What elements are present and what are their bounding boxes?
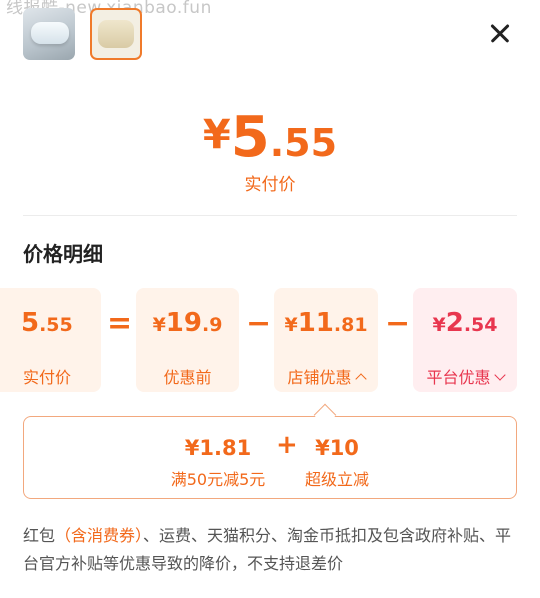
instant-discount: ¥10 超级立减 — [304, 436, 369, 489]
paid-price-card: 5.55 实付价 — [0, 288, 101, 392]
chevron-down-icon — [493, 369, 506, 381]
platform-discount-card[interactable]: ¥2.54 平台优惠 — [413, 288, 517, 392]
original-price-card: ¥19.9 优惠前 — [136, 288, 239, 392]
coupon-discount: ¥1.81 满50元减5元 — [170, 436, 266, 489]
product-thumbnail-white-pillow[interactable] — [23, 8, 75, 60]
minus-operator: − — [385, 306, 411, 341]
section-title: 价格明细 — [23, 242, 103, 266]
divider — [23, 215, 517, 216]
product-thumbnail-beige-pillow-selected[interactable] — [90, 8, 142, 60]
chevron-up-icon — [354, 373, 367, 385]
shop-discount-card[interactable]: ¥11.81 店铺优惠 — [274, 288, 378, 392]
price-note: 红包（含消费券）、运费、天猫积分、淘金币抵扣及包含政府补贴、平台官方补贴等优惠导… — [23, 526, 512, 573]
final-price-label: 实付价 — [244, 175, 296, 195]
plus-operator: + — [276, 430, 298, 460]
close-icon[interactable] — [486, 20, 514, 48]
shop-discount-detail-popup — [23, 416, 517, 499]
equals-operator: = — [107, 306, 133, 341]
final-price: ¥5.55 — [202, 105, 338, 170]
minus-operator: − — [246, 306, 272, 341]
